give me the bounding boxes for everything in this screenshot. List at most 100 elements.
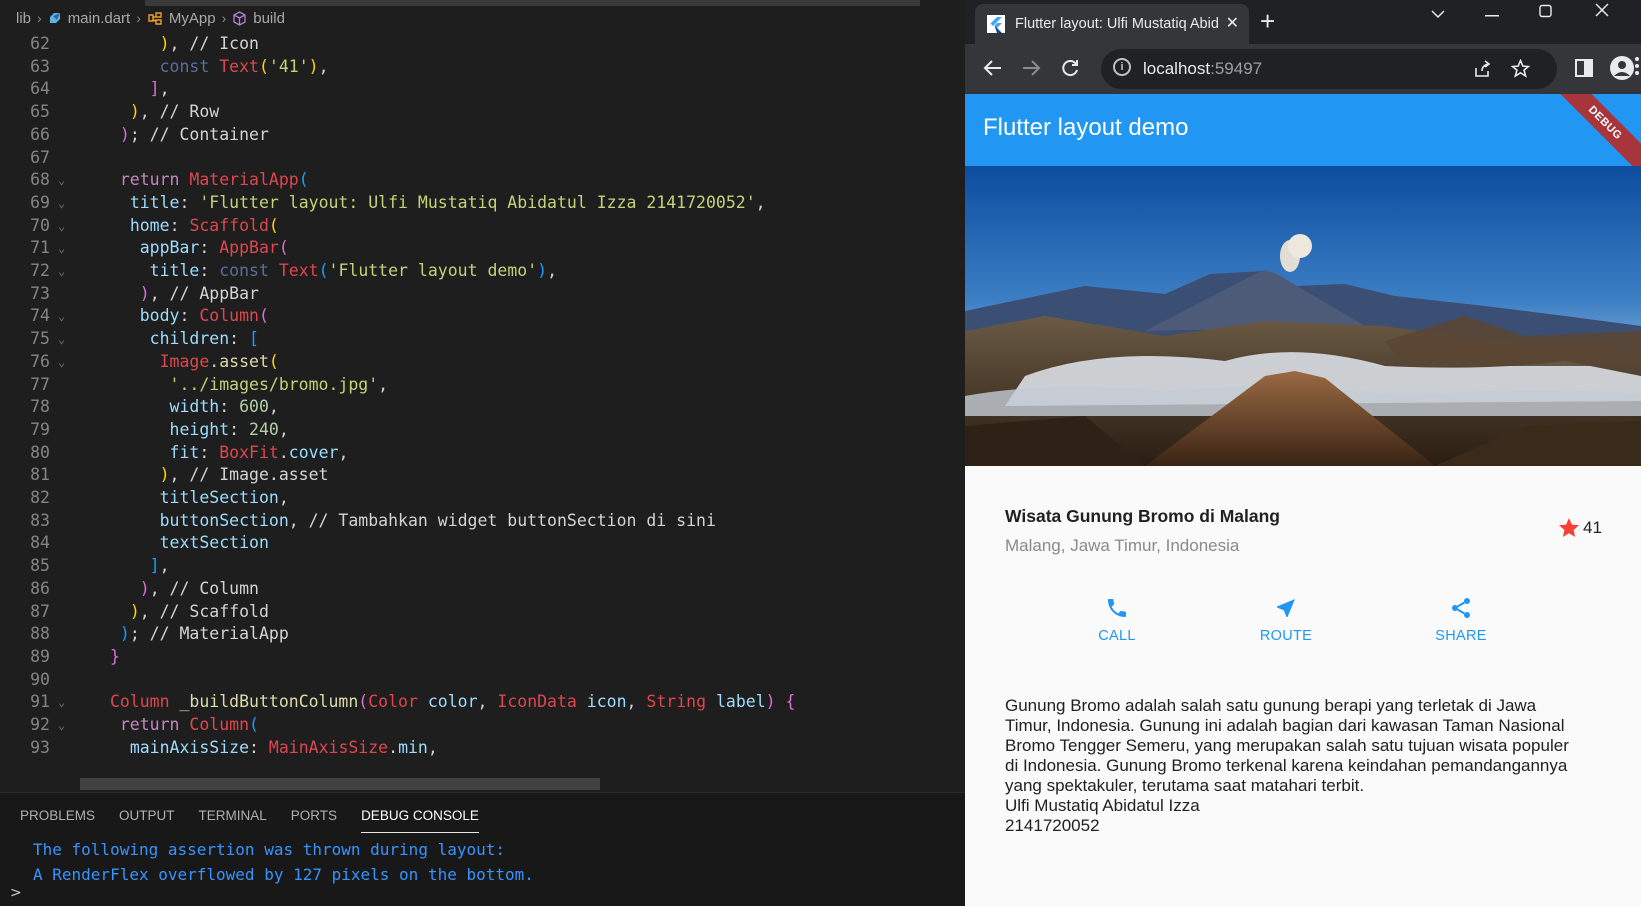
- code-line[interactable]: 92 ⌄ return Column(: [0, 713, 965, 737]
- breadcrumb-class[interactable]: MyApp: [147, 10, 216, 27]
- code-token: title: [149, 261, 200, 280]
- back-arrow-icon[interactable]: [983, 58, 1003, 78]
- code-token: ]: [149, 79, 160, 99]
- bookmark-star-icon[interactable]: [1511, 59, 1530, 78]
- code-line[interactable]: 88 ); // MaterialApp: [0, 622, 965, 646]
- code-line[interactable]: 74 ⌄ body: Column(: [0, 304, 965, 328]
- address-bar[interactable]: i localhost:59497: [1101, 49, 1557, 89]
- tab-debug-console[interactable]: DEBUG CONSOLE: [361, 803, 479, 833]
- code-token: width: [169, 397, 220, 417]
- code-line[interactable]: 89 }: [0, 645, 965, 669]
- code-line[interactable]: 82 titleSection,: [0, 486, 965, 510]
- code-editor[interactable]: 62 ), // Icon 63 const Text('41'), 64 ], 65…: [0, 32, 965, 792]
- code-line[interactable]: 66 ); // Container: [0, 123, 965, 147]
- code-text: ],: [100, 554, 170, 578]
- tab-ports[interactable]: PORTS: [291, 803, 337, 833]
- minimize-icon[interactable]: [1485, 6, 1499, 26]
- profile-avatar-icon[interactable]: [1610, 56, 1634, 80]
- browser-tabstrip: Flutter layout: Ulfi Mustatiq Abid ✕ +: [965, 0, 1641, 44]
- code-text: width: 600,: [100, 395, 279, 419]
- fold-chevron-icon[interactable]: ⌄: [58, 713, 65, 737]
- code-token: ,: [626, 692, 647, 712]
- maximize-icon[interactable]: [1539, 1, 1552, 21]
- forward-arrow-icon[interactable]: [1021, 58, 1041, 78]
- code-line[interactable]: 76 ⌄ Image.asset(: [0, 350, 965, 374]
- side-panel-icon[interactable]: [1575, 59, 1593, 77]
- fold-chevron-icon[interactable]: ⌄: [58, 236, 65, 260]
- code-line[interactable]: 69 ⌄ title: 'Flutter layout: Ulfi Mustati…: [0, 191, 965, 215]
- code-line[interactable]: 67: [0, 146, 965, 170]
- breadcrumb-folder[interactable]: lib: [16, 10, 31, 27]
- code-line[interactable]: 72 ⌄ title: const Text('Flutter layout de…: [0, 259, 965, 283]
- code-line[interactable]: 84 textSection: [0, 531, 965, 555]
- close-tab-icon[interactable]: ✕: [1226, 13, 1239, 32]
- reload-icon[interactable]: [1060, 58, 1080, 78]
- site-info-icon[interactable]: i: [1113, 58, 1131, 76]
- code-line[interactable]: 62 ), // Icon: [0, 32, 965, 56]
- fold-chevron-icon[interactable]: ⌄: [58, 259, 65, 283]
- browser-window: Flutter layout: Ulfi Mustatiq Abid ✕ + i…: [965, 0, 1641, 906]
- code-line[interactable]: 73 ), // AppBar: [0, 282, 965, 306]
- kebab-menu-icon[interactable]: [1635, 57, 1639, 75]
- fold-chevron-icon[interactable]: ⌄: [58, 304, 65, 328]
- code-token: , // Icon: [169, 34, 259, 53]
- fold-chevron-icon[interactable]: ⌄: [58, 214, 65, 238]
- code-token: 240: [249, 419, 279, 439]
- fold-chevron-icon[interactable]: ⌄: [58, 690, 65, 714]
- code-text: return Column(: [100, 713, 259, 737]
- line-number: 76: [30, 351, 50, 371]
- code-line[interactable]: 81 ), // Image.asset: [0, 463, 965, 487]
- code-token: Text: [278, 261, 319, 280]
- fold-chevron-icon[interactable]: ⌄: [58, 327, 65, 351]
- share-button[interactable]: SHARE: [1401, 596, 1521, 644]
- browser-tab[interactable]: Flutter layout: Ulfi Mustatiq Abid ✕: [975, 4, 1249, 44]
- call-button[interactable]: CALL: [1057, 596, 1177, 644]
- fold-chevron-icon[interactable]: ⌄: [58, 350, 65, 374]
- code-line[interactable]: 63 const Text('41'),: [0, 55, 965, 79]
- close-window-icon[interactable]: [1595, 0, 1609, 20]
- breadcrumb-file[interactable]: main.dart: [48, 10, 130, 27]
- new-tab-button[interactable]: +: [1260, 6, 1275, 37]
- code-line[interactable]: 77 '../images/bromo.jpg',: [0, 373, 965, 397]
- code-text: ), // Scaffold: [100, 600, 269, 624]
- line-number: 62: [30, 34, 50, 53]
- tab-output[interactable]: OUTPUT: [119, 803, 175, 833]
- code-line[interactable]: 75 ⌄ children: [: [0, 327, 965, 351]
- code-line[interactable]: 87 ), // Scaffold: [0, 600, 965, 624]
- code-line[interactable]: 79 height: 240,: [0, 418, 965, 442]
- code-line[interactable]: 70 ⌄ home: Scaffold(: [0, 214, 965, 238]
- code-token: body: [139, 306, 180, 326]
- code-token: :: [169, 215, 190, 235]
- tab-problems[interactable]: PROBLEMS: [20, 803, 95, 833]
- share-page-icon[interactable]: [1473, 60, 1491, 78]
- code-line[interactable]: 90: [0, 668, 965, 692]
- fold-chevron-icon[interactable]: ⌄: [58, 168, 65, 192]
- code-token: MaterialApp: [189, 170, 299, 190]
- code-line[interactable]: 83 buttonSection, // Tambahkan widget bu…: [0, 509, 965, 533]
- console-prompt-chevron-icon[interactable]: >: [10, 885, 22, 901]
- code-line[interactable]: 85 ],: [0, 554, 965, 578]
- horizontal-scrollbar[interactable]: [80, 778, 600, 790]
- console-line: The following assertion was thrown durin…: [33, 840, 506, 859]
- code-text: buttonSection, // Tambahkan widget butto…: [100, 509, 716, 533]
- breadcrumb-method[interactable]: build: [232, 10, 285, 27]
- code-line[interactable]: 65 ), // Row: [0, 100, 965, 124]
- tab-search-chevron-icon[interactable]: [1431, 4, 1445, 24]
- code-token: .: [388, 737, 399, 757]
- code-line[interactable]: 80 fit: BoxFit.cover,: [0, 441, 965, 465]
- tab-terminal[interactable]: TERMINAL: [199, 803, 267, 833]
- route-button[interactable]: ROUTE: [1226, 596, 1346, 644]
- code-line[interactable]: 91 ⌄ Column _buildButtonColumn(Color colo…: [0, 690, 965, 714]
- code-line[interactable]: 86 ), // Column: [0, 577, 965, 601]
- code-line[interactable]: 64 ],: [0, 77, 965, 101]
- code-line[interactable]: 93 mainAxisSize: MainAxisSize.min,: [0, 736, 965, 760]
- fold-chevron-icon[interactable]: ⌄: [58, 191, 65, 215]
- code-token: fit: [169, 442, 200, 462]
- code-line[interactable]: 68 ⌄ return MaterialApp(: [0, 168, 965, 192]
- code-line[interactable]: 71 ⌄ appBar: AppBar(: [0, 236, 965, 260]
- line-number: 77: [30, 374, 50, 394]
- browser-tab-title: Flutter layout: Ulfi Mustatiq Abid: [1015, 16, 1219, 32]
- code-line[interactable]: 78 width: 600,: [0, 395, 965, 419]
- call-button-label: CALL: [1098, 628, 1136, 644]
